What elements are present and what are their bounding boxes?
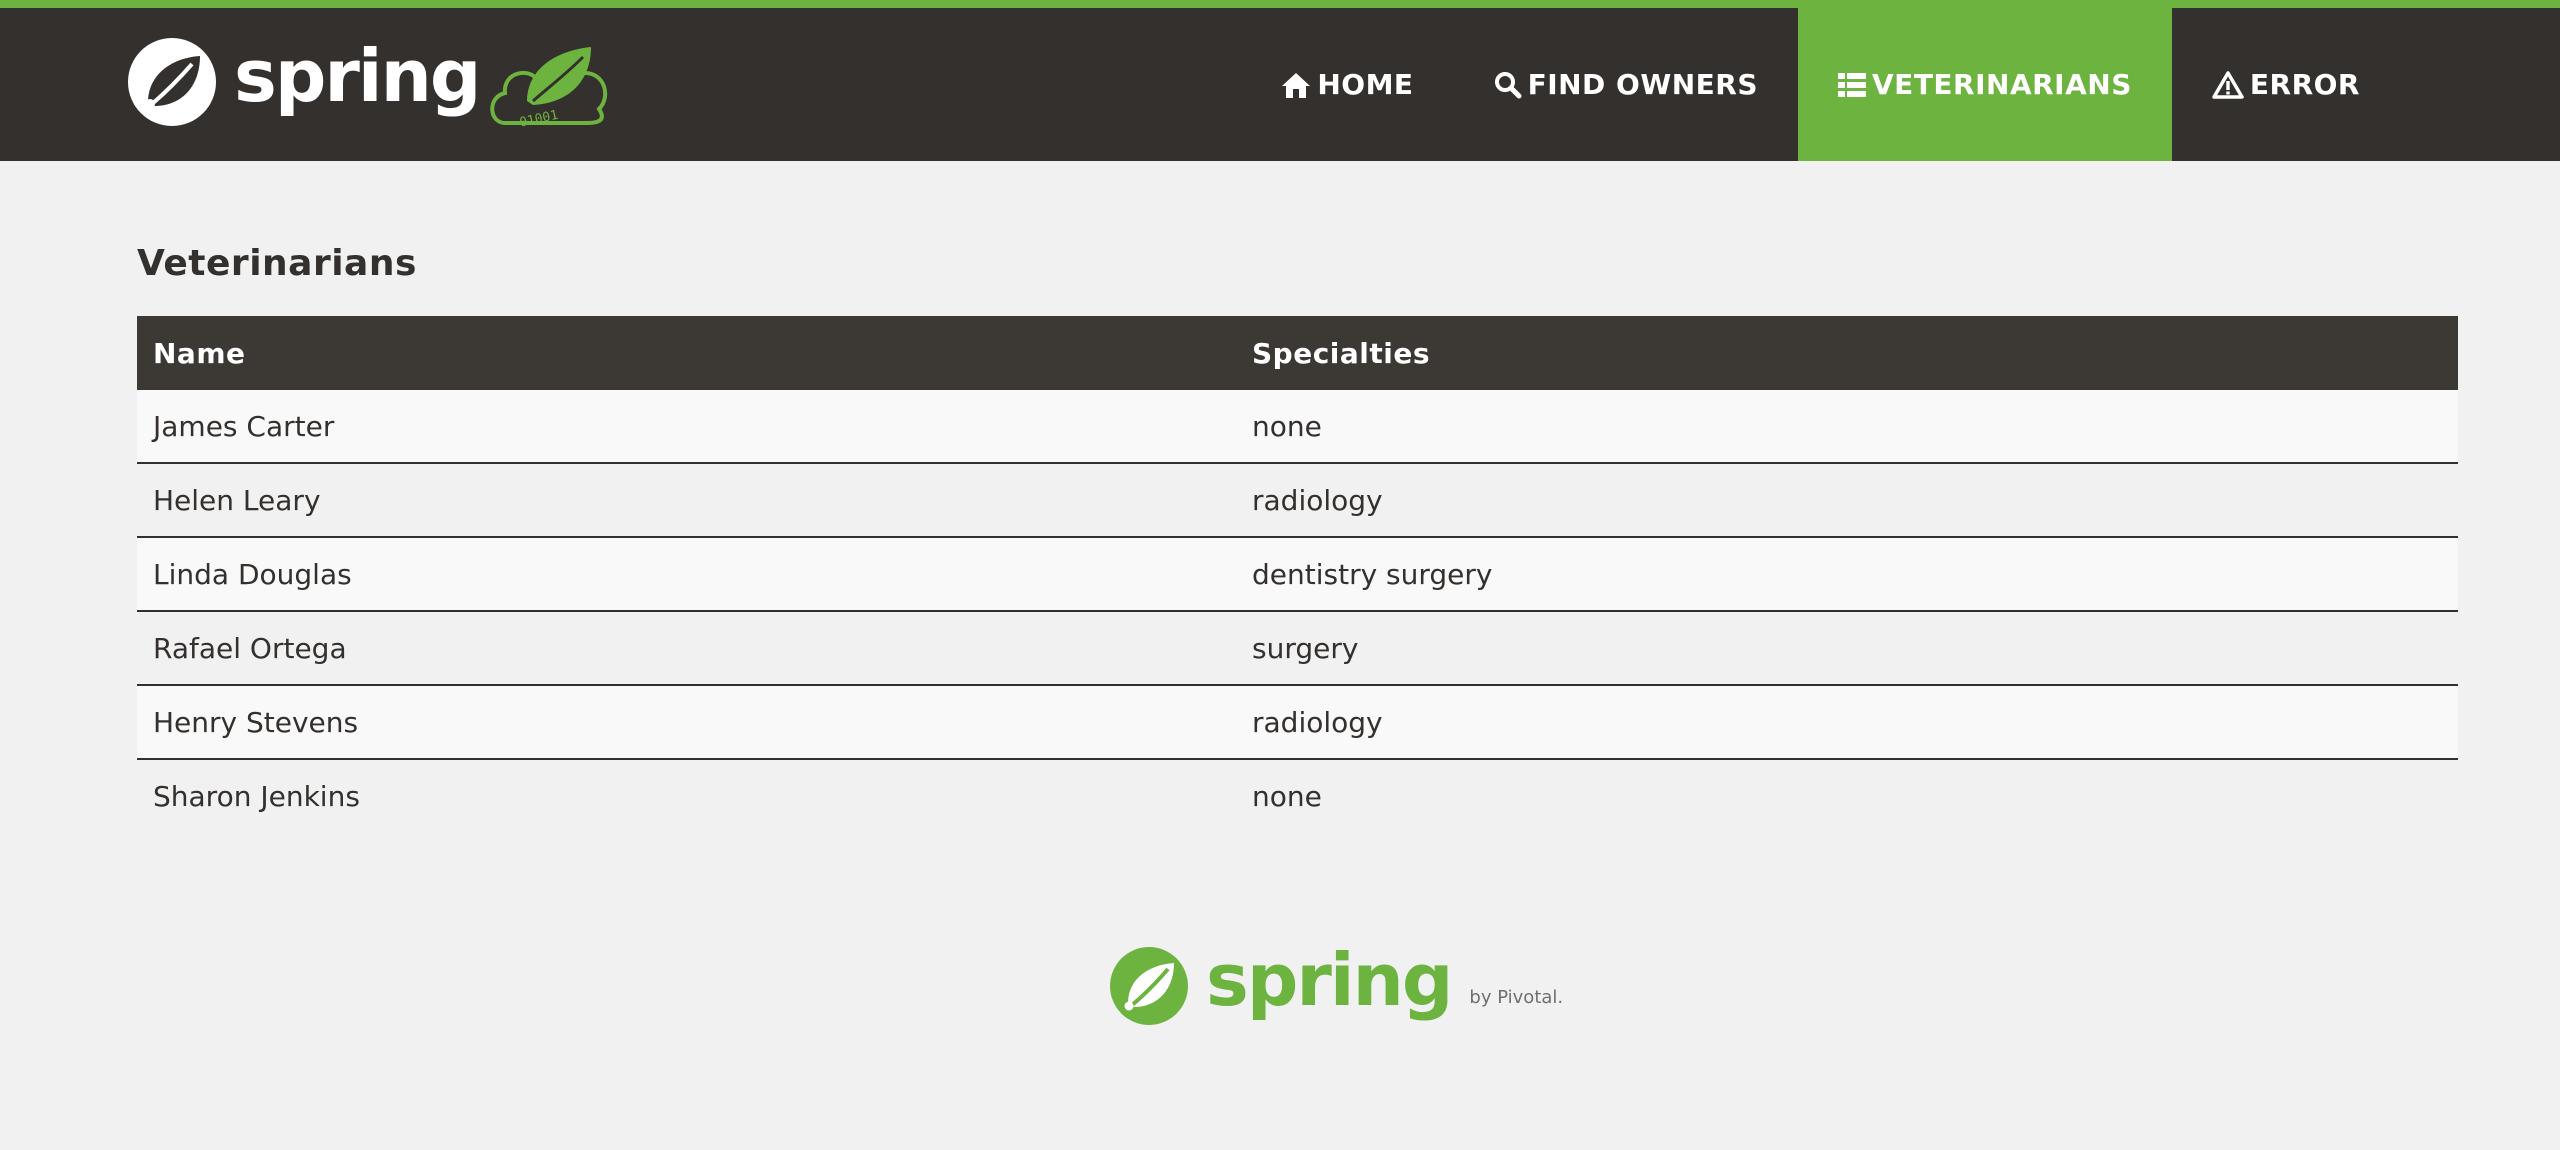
vet-name-cell: Linda Douglas bbox=[137, 537, 1236, 612]
search-icon bbox=[1494, 71, 1522, 98]
nav-veterinarians-label: VETERINARIANS bbox=[1872, 68, 2132, 101]
vet-specialties-cell: surgery bbox=[1236, 611, 2458, 686]
home-icon bbox=[1282, 72, 1311, 98]
main-nav: HOME FIND OWNERS VETERINARIANS ERROR bbox=[1241, 8, 2400, 161]
table-row: Sharon Jenkins none bbox=[137, 759, 2458, 832]
spring-logo-link[interactable]: spring 01001 bbox=[126, 32, 613, 132]
nav-home[interactable]: HOME bbox=[1241, 8, 1453, 161]
table-row: Rafael Ortega surgery bbox=[137, 611, 2458, 686]
footer-logo: spring by Pivotal. bbox=[1108, 938, 1564, 1027]
vet-name-cell: James Carter bbox=[137, 390, 1236, 464]
vet-specialties-cell: none bbox=[1252, 779, 1322, 813]
vet-specialties-cell: dentistry surgery bbox=[1236, 537, 2458, 612]
page-title: Veterinarians bbox=[137, 243, 417, 284]
vet-name-cell: Henry Stevens bbox=[137, 685, 1236, 760]
nav-find-owners-label: FIND OWNERS bbox=[1527, 68, 1759, 101]
cloud-leaf-icon: 01001 bbox=[490, 47, 608, 127]
table-row: Helen Leary radiology bbox=[137, 463, 2458, 538]
list-icon bbox=[1838, 72, 1867, 97]
table-row: Linda Douglas dentistry surgery bbox=[137, 537, 2458, 612]
spring-leaf-icon bbox=[128, 38, 216, 126]
table-row: Henry Stevens radiology bbox=[137, 685, 2458, 760]
vet-name-cell: Rafael Ortega bbox=[137, 611, 1236, 686]
footer-by-pivotal: by Pivotal. bbox=[1469, 986, 1564, 1008]
nav-error[interactable]: ERROR bbox=[2172, 8, 2400, 161]
vet-specialties-cell: none bbox=[1236, 390, 2458, 464]
brand-wordmark: spring bbox=[234, 34, 481, 118]
nav-veterinarians[interactable]: VETERINARIANS bbox=[1798, 8, 2172, 161]
footer-wordmark: spring bbox=[1206, 938, 1453, 1022]
vet-specialties-cell: radiology bbox=[1236, 685, 2458, 760]
warning-icon bbox=[2212, 70, 2244, 99]
table-row: James Carter none bbox=[137, 390, 2458, 464]
nav-home-label: HOME bbox=[1317, 68, 1414, 101]
vet-specialties-cell: radiology bbox=[1236, 463, 2458, 538]
column-header-specialties: Specialties bbox=[1252, 336, 1431, 370]
vets-table: Name Specialties James Carter none Helen… bbox=[137, 316, 2458, 832]
nav-find-owners[interactable]: FIND OWNERS bbox=[1454, 8, 1798, 161]
table-header-row: Name Specialties bbox=[137, 316, 2458, 390]
top-navbar: spring 01001 HOME FIND OWNERS VETERINARI… bbox=[0, 0, 2560, 161]
column-header-name: Name bbox=[153, 336, 246, 370]
vet-name-cell: Helen Leary bbox=[137, 463, 1236, 538]
spring-leaf-icon bbox=[1110, 947, 1188, 1025]
main-content: Veterinarians Name Specialties James Car… bbox=[137, 236, 2458, 832]
vet-name-cell: Sharon Jenkins bbox=[153, 779, 360, 813]
nav-error-label: ERROR bbox=[2249, 68, 2360, 101]
